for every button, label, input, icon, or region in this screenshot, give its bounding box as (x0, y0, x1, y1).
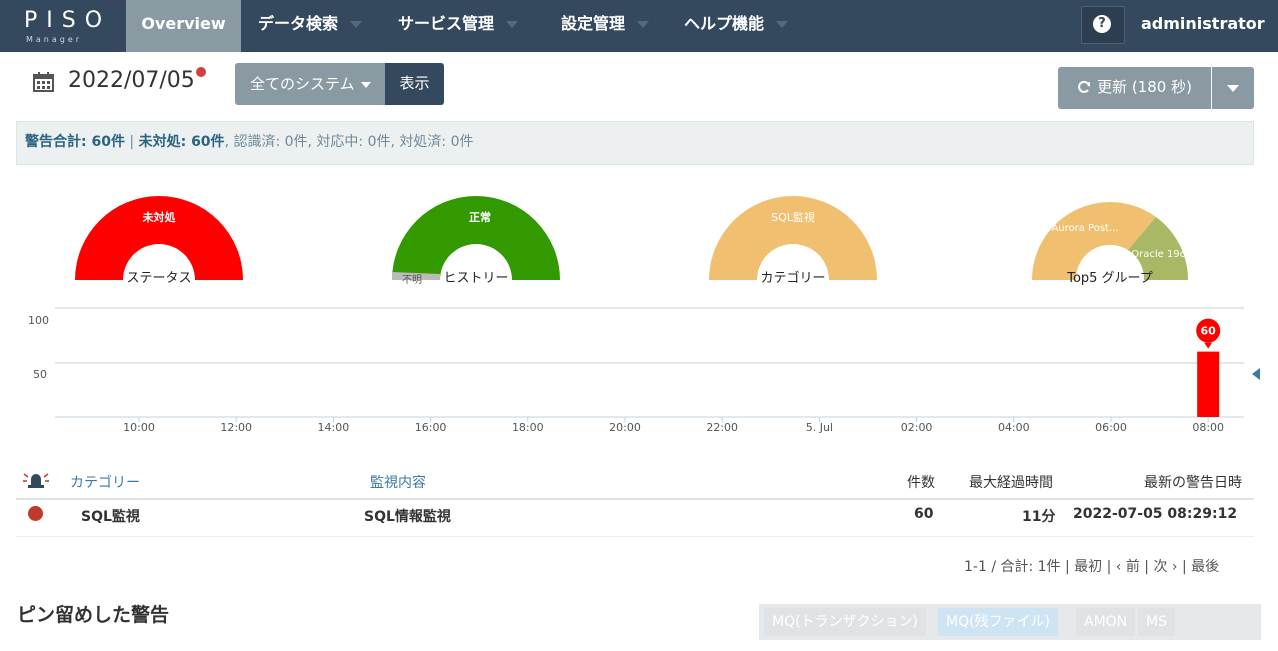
data-label-text: 60 (1201, 325, 1217, 338)
row-category[interactable]: SQL監視 (81, 506, 140, 526)
header-content[interactable]: 監視内容 (370, 472, 426, 492)
caret-down-icon (360, 81, 371, 88)
header-latest: 最新の警告日時 (1144, 475, 1242, 491)
user-menu[interactable]: administrator (1141, 14, 1265, 33)
question-icon: ? (1093, 15, 1111, 33)
alert-total[interactable]: 警告合計: 60件 (25, 134, 125, 150)
alert-history-chart: 60 (55, 307, 1260, 422)
system-select-label: 全てのシステム (250, 75, 355, 93)
alert-unhandled[interactable]: 未対処: 60件 (139, 134, 225, 150)
gauge-segment-label: Oracle 19c... (1131, 249, 1195, 260)
x-tick-label: 12:00 (220, 421, 253, 434)
nav-help[interactable]: ヘルプ機能 (684, 0, 789, 52)
header-category[interactable]: カテゴリー (70, 472, 140, 492)
gauge-segment-label: 未対処 (142, 211, 176, 224)
refresh-button[interactable]: 更新 (180 秒) (1058, 67, 1211, 109)
show-button[interactable]: 表示 (385, 63, 444, 105)
row-count: 60 (914, 506, 934, 522)
history-gauge-title: ヒストリー (443, 271, 509, 286)
logo-subtext: Manager (26, 35, 83, 44)
x-tick-label: 22:00 (706, 421, 739, 434)
chevron-down-icon (506, 21, 519, 28)
chevron-down-icon (637, 21, 650, 28)
table-header-divider (16, 498, 1254, 500)
x-tick-label: 20:00 (609, 421, 641, 434)
x-tick-label: 02:00 (900, 421, 933, 434)
tab-amon[interactable]: AMON (1076, 608, 1136, 636)
chart-nav-arrow-icon[interactable] (1252, 368, 1260, 380)
nav-settings-management[interactable]: 設定管理 (561, 0, 650, 52)
help-button[interactable]: ? (1081, 6, 1125, 44)
gauge-segment-label: SQL監視 (771, 211, 815, 224)
nav-service-management-label: サービス管理 (398, 14, 495, 33)
x-tick-label: 04:00 (997, 421, 1030, 434)
chevron-down-icon (350, 21, 363, 28)
data-label-pointer (1204, 342, 1213, 349)
y-tick-label: 50 (33, 368, 47, 381)
alert-indicator-dot (196, 67, 206, 77)
nav-data-search-label: データ検索 (258, 14, 339, 33)
row-latest: 2022-07-05 08:29:12 (1073, 506, 1238, 522)
siren-icon (23, 473, 49, 488)
logo-text: PISO (24, 8, 112, 33)
x-tick-label: 08:00 (1192, 421, 1225, 434)
pagination[interactable]: 1-1 / 合計: 1件 | 最初 | ‹ 前 | 次 › | 最後 (964, 556, 1219, 576)
refresh-icon (1078, 80, 1091, 93)
caret-down-icon (1227, 85, 1239, 92)
gauge-segment-label: 正常 (469, 211, 491, 224)
chart-bar[interactable] (1197, 351, 1220, 417)
gauge-segment-label: 不明 (402, 275, 422, 286)
nav-overview-label: Overview (141, 14, 226, 33)
row-max-elapsed: 11分 (1022, 509, 1056, 525)
nav-settings-label: 設定管理 (561, 14, 626, 33)
alert-summary-bar: 警告合計: 60件 | 未対処: 60件, 認識済: 0件, 対応中: 0件, … (16, 121, 1254, 165)
group-gauge-title: Top5 グループ (1067, 271, 1153, 286)
tab-mq-transaction[interactable]: MQ(トランザクション) (764, 608, 927, 636)
chevron-down-icon (776, 21, 789, 28)
refresh-options-dropdown[interactable] (1212, 67, 1254, 109)
status-dot (28, 506, 43, 521)
x-tick-label: 5. Jul (805, 421, 834, 434)
x-tick-label: 14:00 (317, 421, 350, 434)
x-tick-label: 18:00 (511, 421, 544, 434)
row-content[interactable]: SQL情報監視 (364, 506, 451, 526)
x-tick-label: 10:00 (123, 421, 155, 434)
nav-data-search[interactable]: データ検索 (258, 0, 363, 52)
tab-ms[interactable]: MS (1138, 608, 1175, 636)
status-gauge-title: ステータス (126, 271, 192, 286)
refresh-label: 更新 (180 秒) (1097, 78, 1192, 96)
header-max-elapsed: 最大経過時間 (969, 475, 1053, 491)
x-tick-label: 16:00 (414, 421, 447, 434)
nav-overview[interactable]: Overview (126, 0, 241, 52)
pinned-alerts-title: ピン留めした警告 (17, 604, 170, 626)
system-select[interactable]: 全てのシステム (235, 63, 385, 105)
y-tick-label: 100 (28, 314, 49, 327)
nav-service-management[interactable]: サービス管理 (398, 0, 519, 52)
table-row-divider (16, 536, 1254, 537)
header-count: 件数 (907, 475, 935, 491)
category-gauge-title: カテゴリー (760, 271, 826, 286)
alert-status-counts: , 認識済: 0件, 対応中: 0件, 対処済: 0件 (224, 134, 474, 150)
nav-help-label: ヘルプ機能 (684, 14, 765, 33)
tab-mq-remaining-files[interactable]: MQ(残ファイル) (938, 608, 1059, 636)
selected-date[interactable]: 2022/07/05 (68, 68, 195, 93)
gauge-segment-label: Aurora Post... (1051, 223, 1119, 234)
calendar-icon[interactable] (33, 71, 55, 93)
piso-logo[interactable]: PISO Manager (24, 8, 124, 48)
x-tick-label: 06:00 (1095, 421, 1127, 434)
